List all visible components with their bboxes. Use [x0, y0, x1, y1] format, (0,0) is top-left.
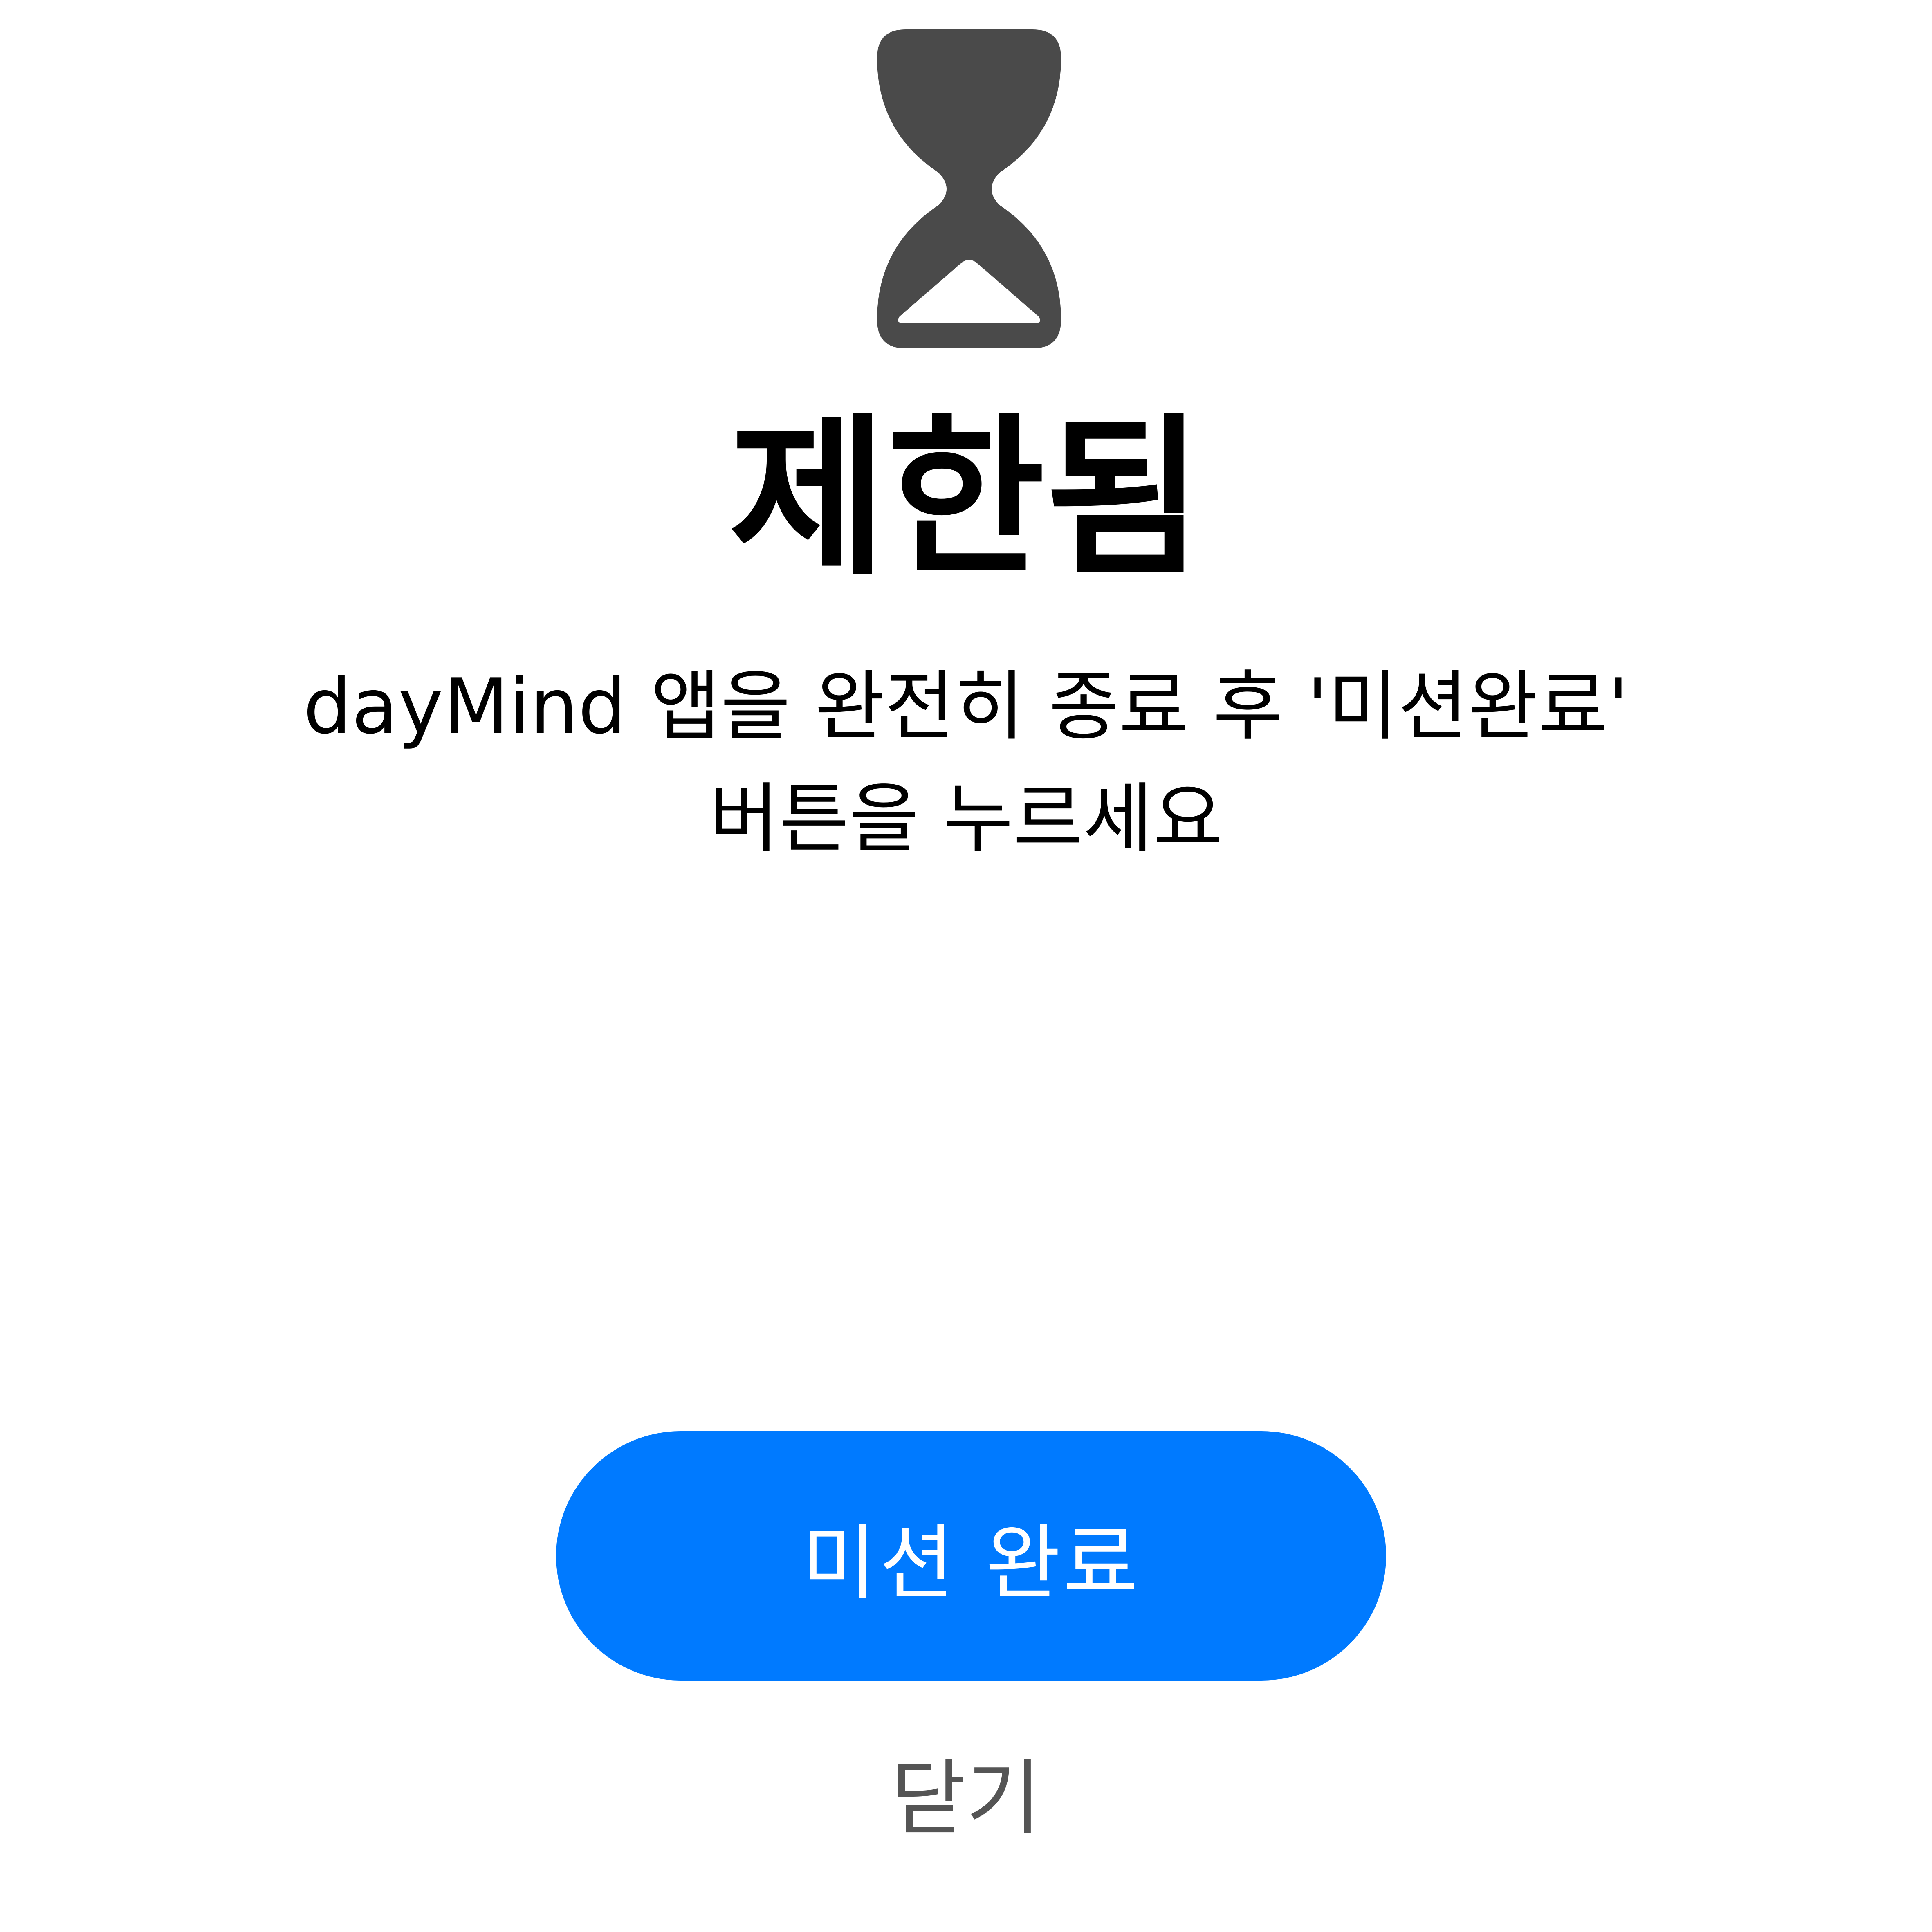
- hourglass-icon: [877, 29, 1061, 348]
- instruction-line-2: 버튼을 누르세요: [709, 774, 1223, 863]
- restricted-screen: 제한됨 dayMind 앱을 완전히 종료 후 '미션완료' 버튼을 누르세요 …: [0, 0, 1932, 1932]
- close-button[interactable]: 닫기: [736, 1746, 1196, 1852]
- page-title: 제한됨: [729, 399, 1203, 599]
- mission-complete-button[interactable]: 미션 완료: [556, 1431, 1386, 1681]
- mission-complete-button-label: 미션 완료: [801, 1516, 1141, 1611]
- instruction-message: dayMind 앱을 완전히 종료 후 '미션완료' 버튼을 누르세요: [204, 650, 1728, 875]
- instruction-line-1: dayMind 앱을 완전히 종료 후 '미션완료': [303, 662, 1629, 751]
